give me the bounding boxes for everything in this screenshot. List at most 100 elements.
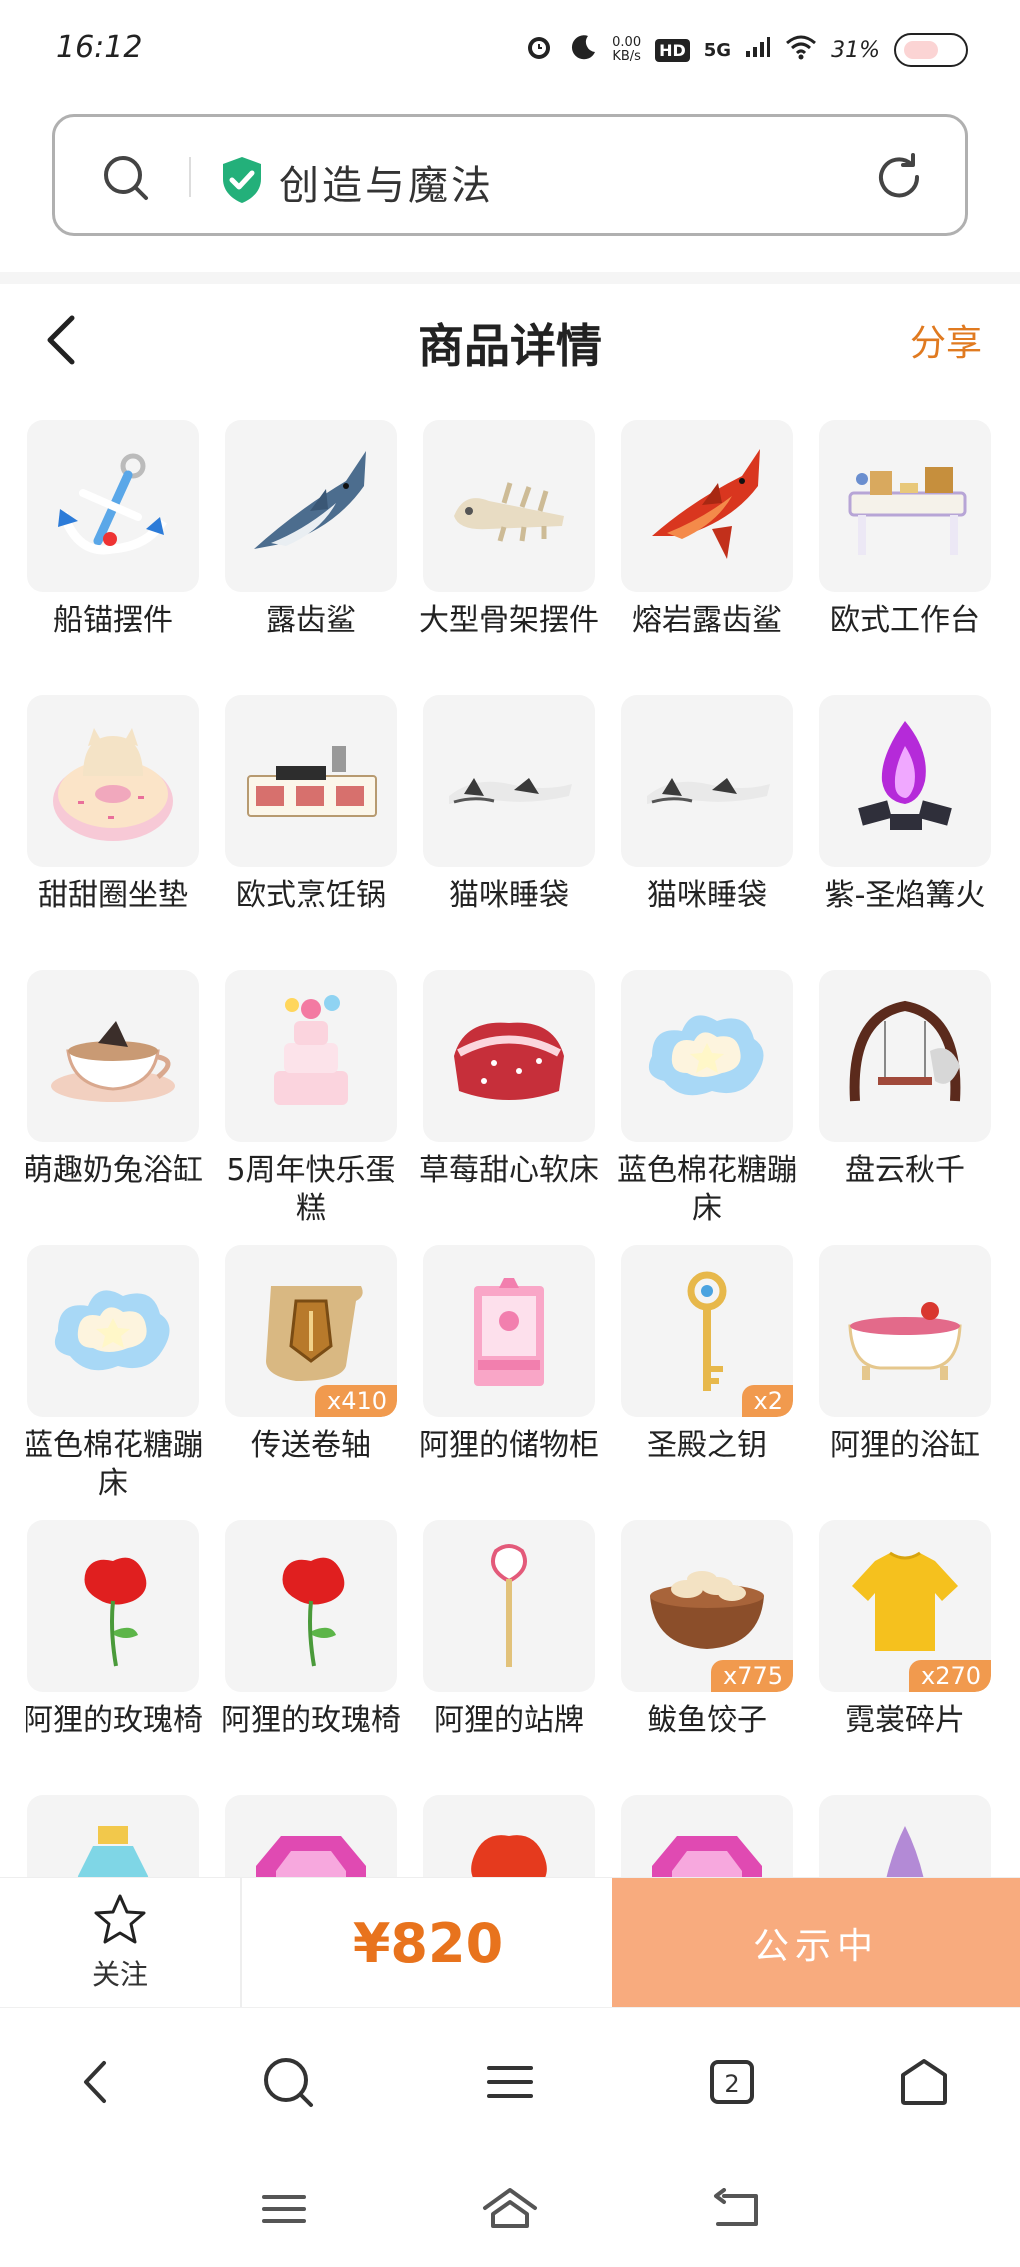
potion-icon [77,1826,149,1878]
item-card[interactable]: 大型骨架摆件 [419,420,599,695]
item-card[interactable] [620,1795,794,1878]
page-title: 商品详情 [418,319,602,373]
network-type: 5G [703,39,732,61]
item-name: 欧式工作台 [830,603,980,638]
item-thumb [27,420,199,592]
system-recents-icon[interactable] [254,2181,314,2237]
item-card[interactable]: 猫咪睡袋 [422,695,596,970]
browser-back-icon[interactable] [66,2052,126,2112]
skeleton-icon [454,482,564,542]
follow-button[interactable]: 关注 [0,1878,242,2008]
item-thumb [225,1520,397,1692]
system-home-icon[interactable] [480,2181,540,2237]
blue-shark-icon [254,451,366,549]
browser-tabs-icon[interactable]: 2 [702,2052,762,2112]
item-card[interactable]: x2 圣殿之钥 [620,1245,794,1520]
status-bar: 16:12 0.00 KB/s HD 5G 31% [0,0,1020,100]
pink-gem-icon [256,1836,366,1878]
item-card[interactable]: 阿狸的储物柜 [419,1245,599,1520]
item-name: 阿狸的浴缸 [830,1428,980,1463]
item-card[interactable]: 萌趣奶兔浴缸 [26,970,203,1245]
item-name: 阿狸的玫瑰椅 [26,1703,203,1738]
item-card[interactable]: 阿狸的浴缸 [818,1245,992,1520]
browser-search-icon[interactable] [258,2052,318,2112]
secure-shield-icon [219,155,265,209]
item-name: 鲅鱼饺子 [647,1703,767,1738]
battery-icon [894,33,968,67]
item-thumb: x410 [225,1245,397,1417]
item-card[interactable]: x270 霓裳碎片 [818,1520,992,1795]
item-card[interactable]: x775 鲅鱼饺子 [620,1520,794,1795]
item-name: 熔岩露齿鲨 [632,603,782,638]
item-card[interactable] [422,1795,596,1878]
item-name: 蓝色棉花糖蹦床 [617,1153,797,1226]
item-card[interactable]: 欧式工作台 [818,420,992,695]
back-button[interactable] [40,312,84,372]
separator-band [0,272,1020,284]
item-thumb [225,970,397,1142]
item-thumb [819,1245,991,1417]
reload-icon[interactable] [873,151,925,207]
item-card[interactable]: 草莓甜心软床 [419,970,599,1245]
item-thumb: x2 [621,1245,793,1417]
item-card[interactable]: 蓝色棉花糖蹦床 [617,970,797,1245]
item-thumb [819,1795,991,1878]
item-card[interactable]: x410 传送卷轴 [224,1245,398,1520]
address-bar-container: 创造与魔法 [0,100,1020,272]
item-name: 猫咪睡袋 [647,878,767,913]
item-card[interactable]: 盘云秋千 [818,970,992,1245]
item-thumb [225,695,397,867]
item-name: 阿狸的玫瑰椅 [221,1703,401,1738]
alarm-icon [524,32,554,68]
item-card[interactable]: 欧式烹饪锅 [224,695,398,970]
item-card[interactable]: 5周年快乐蛋糕 [224,970,398,1245]
public-status-button[interactable]: 公示中 [612,1878,1020,2008]
search-icon[interactable] [101,153,151,207]
address-bar[interactable]: 创造与魔法 [52,114,968,236]
item-card[interactable]: 猫咪睡袋 [620,695,794,970]
red-flower-icon [471,1835,547,1878]
item-card[interactable]: 阿狸的站牌 [422,1520,596,1795]
address-text[interactable]: 创造与魔法 [279,153,494,211]
item-thumb [423,1795,595,1878]
item-thumb [819,695,991,867]
page-header: 商品详情 分享 [0,284,1020,394]
item-card[interactable]: 紫-圣焰篝火 [818,695,992,970]
item-card[interactable] [224,1795,398,1878]
donut-icon [53,728,173,841]
item-thumb [225,1795,397,1878]
item-card[interactable] [26,1795,200,1878]
browser-home-icon[interactable] [894,2052,954,2112]
item-thumb [423,970,595,1142]
item-card[interactable]: 熔岩露齿鲨 [620,420,794,695]
item-name: 草莓甜心软床 [419,1153,599,1188]
item-thumb [621,695,793,867]
status-icons: 0.00 KB/s HD 5G 31% [524,32,968,68]
dumplings-icon [650,1571,764,1649]
hd-badge: HD [655,38,690,62]
item-card[interactable] [818,1795,992,1878]
quantity-badge: x410 [314,1385,397,1417]
sign-icon [491,1544,527,1667]
item-card[interactable]: 阿狸的玫瑰椅 [221,1520,401,1795]
stove-icon [247,746,377,817]
item-card[interactable]: 露齿鲨 [224,420,398,695]
item-card[interactable]: 蓝色棉花糖蹦床 [26,1245,203,1520]
item-thumb [27,1795,199,1878]
item-card[interactable]: 船锚摆件 [26,420,200,695]
system-back-icon[interactable] [706,2181,766,2237]
status-time: 16:12 [56,30,143,65]
item-thumb [819,420,991,592]
cake-icon [274,995,348,1105]
item-name: 露齿鲨 [266,603,356,638]
browser-menu-icon[interactable] [480,2052,540,2112]
item-thumb [423,695,595,867]
item-card[interactable]: 甜甜圈坐垫 [26,695,200,970]
share-button[interactable]: 分享 [910,314,982,366]
quantity-badge: x775 [710,1660,793,1692]
system-nav [0,2153,1020,2267]
item-name: 阿狸的站牌 [434,1703,584,1738]
teacup-tub-icon [51,1021,175,1102]
net-speed-value: 0.00 [612,35,642,50]
item-card[interactable]: 阿狸的玫瑰椅 [26,1520,203,1795]
